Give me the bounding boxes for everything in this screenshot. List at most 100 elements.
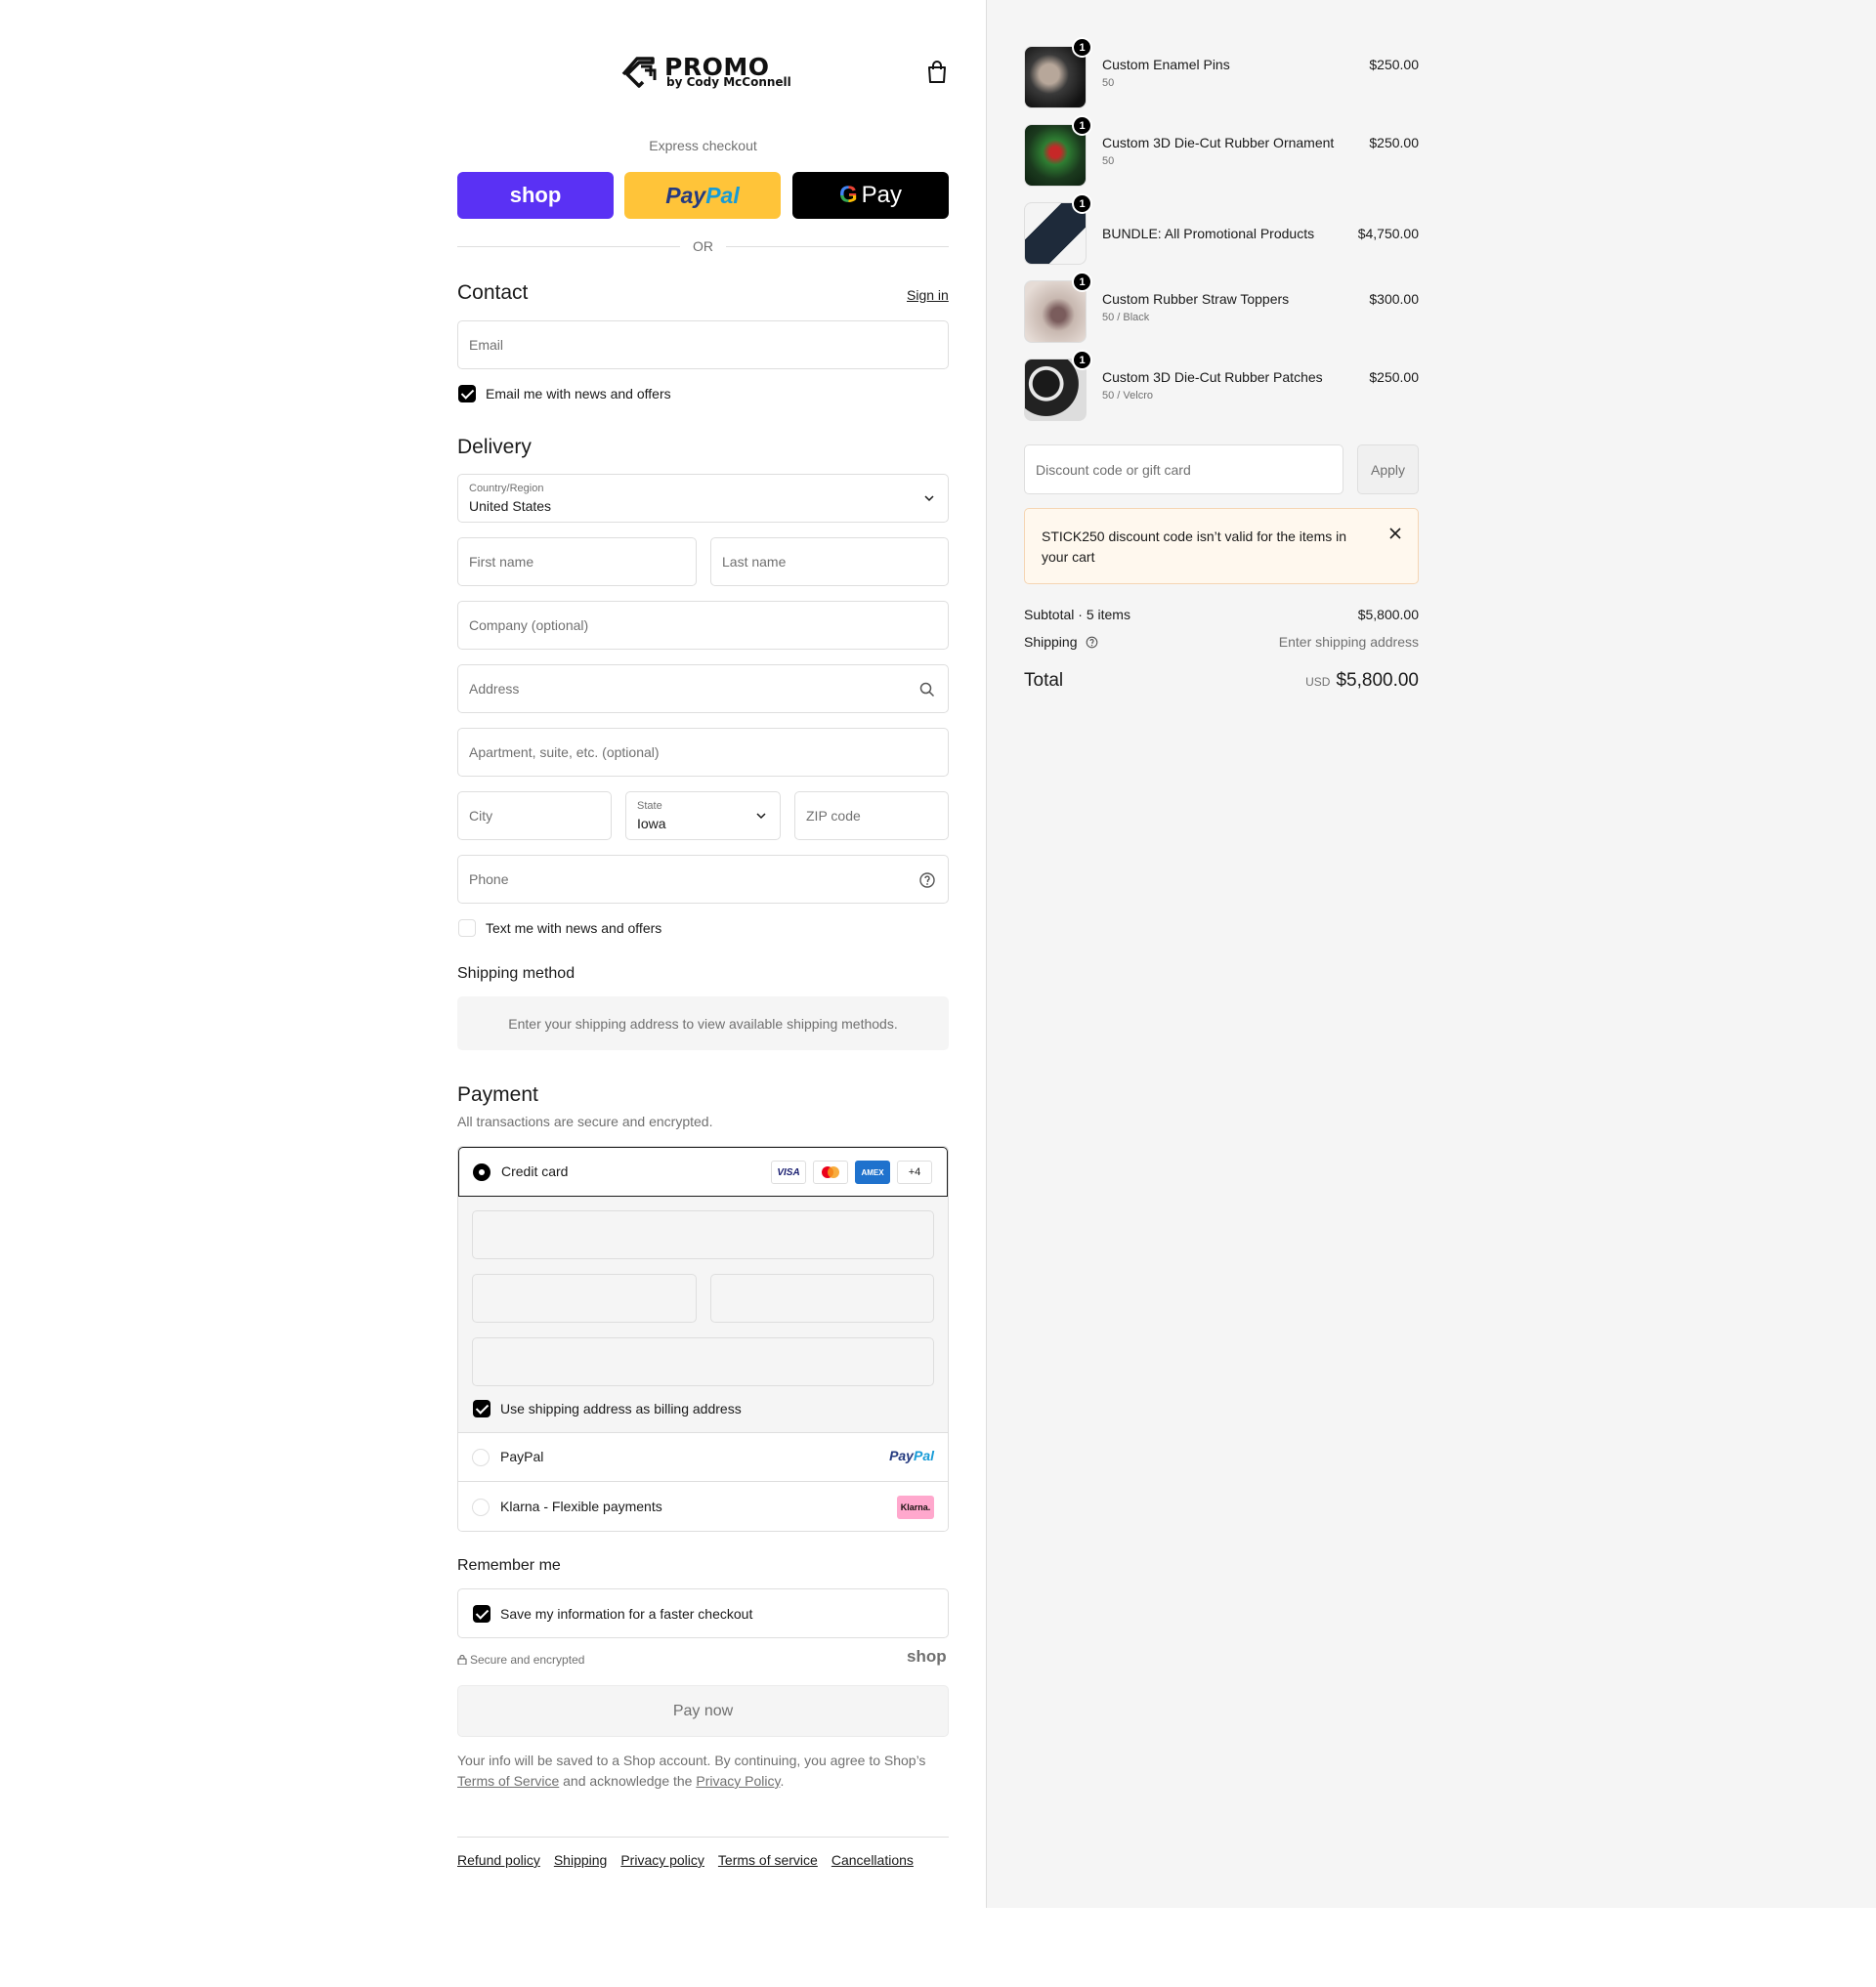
email-field[interactable]: Email <box>457 320 949 369</box>
paypal-express-button[interactable]: Pay Pal <box>624 172 781 219</box>
klarna-logo-icon: Klarna. <box>897 1496 934 1519</box>
paypal-logo-text-b: Pal <box>913 1448 934 1463</box>
close-icon[interactable] <box>1388 527 1402 540</box>
quantity-badge: 1 <box>1072 350 1092 370</box>
credit-card-form: Use shipping address as billing address <box>458 1197 948 1433</box>
state-select[interactable]: State Iowa <box>625 791 781 840</box>
paypal-logo-icon: PayPal <box>889 1448 934 1463</box>
product-variant: 50 <box>1102 155 1115 167</box>
product-price: $250.00 <box>1369 369 1419 385</box>
shopping-bag-icon[interactable] <box>926 61 948 84</box>
logo-subtitle: by Cody McConnell <box>666 75 791 89</box>
google-g-icon: G <box>838 182 858 208</box>
product-price: $4,750.00 <box>1357 226 1419 241</box>
shop-pay-button[interactable]: shop <box>457 172 614 219</box>
card-cvv-field[interactable] <box>710 1274 934 1323</box>
email-news-label: Email me with news and offers <box>486 386 671 402</box>
card-name-field[interactable] <box>472 1337 934 1386</box>
sign-in-link[interactable]: Sign in <box>907 287 949 303</box>
pay-now-button[interactable]: Pay now <box>457 1685 949 1737</box>
amex-icon: AMEX <box>855 1161 890 1184</box>
more-cards-text: +4 <box>908 1166 921 1178</box>
credit-card-radio[interactable] <box>473 1163 490 1181</box>
store-logo[interactable]: PROMO by Cody McConnell <box>618 49 793 92</box>
zip-field[interactable]: ZIP code <box>794 791 949 840</box>
first-name-field[interactable]: First name <box>457 537 697 586</box>
phone-placeholder: Phone <box>469 871 509 887</box>
company-field[interactable]: Company (optional) <box>457 601 949 650</box>
shop-terms-link[interactable]: Terms of Service <box>457 1773 559 1789</box>
chevron-down-icon <box>756 813 766 820</box>
save-info-checkbox[interactable] <box>473 1605 490 1623</box>
discount-error-text: STICK250 discount code isn’t valid for t… <box>1042 528 1347 565</box>
apartment-field[interactable]: Apartment, suite, etc. (optional) <box>457 728 949 777</box>
footer-divider <box>457 1837 949 1838</box>
cancellations-link[interactable]: Cancellations <box>831 1852 914 1868</box>
shop-privacy-link[interactable]: Privacy Policy <box>696 1773 780 1789</box>
email-placeholder: Email <box>469 337 504 353</box>
logo-tag-icon <box>621 57 657 88</box>
klarna-radio[interactable] <box>472 1499 490 1516</box>
card-expiry-field[interactable] <box>472 1274 697 1323</box>
payment-heading: Payment <box>457 1083 538 1106</box>
help-circle-icon[interactable] <box>918 871 936 889</box>
subtotal-value: $5,800.00 <box>1357 607 1419 622</box>
text-news-label: Text me with news and offers <box>486 920 662 936</box>
country-select[interactable]: Country/Region United States <box>457 474 949 523</box>
last-name-field[interactable]: Last name <box>710 537 949 586</box>
shipping-summary-value: Enter shipping address <box>1278 634 1419 650</box>
klarna-option[interactable]: Klarna - Flexible payments Klarna. <box>458 1483 948 1531</box>
legal-text-3: . <box>780 1773 785 1789</box>
chevron-down-icon <box>924 495 934 502</box>
terms-of-service-link[interactable]: Terms of service <box>718 1852 818 1868</box>
help-circle-icon[interactable] <box>1086 636 1098 649</box>
or-label: OR <box>693 238 713 254</box>
secure-note-text: Secure and encrypted <box>470 1653 585 1667</box>
discount-code-input[interactable]: Discount code or gift card <box>1024 444 1343 494</box>
paypal-radio[interactable] <box>472 1449 490 1466</box>
contact-heading: Contact <box>457 281 529 304</box>
refund-policy-link[interactable]: Refund policy <box>457 1852 540 1868</box>
state-value: Iowa <box>637 816 666 831</box>
product-name: Custom 3D Die-Cut Rubber Ornament <box>1102 135 1335 150</box>
paypal-logo-part2: Pal <box>705 182 740 208</box>
google-pay-label: Pay <box>861 182 903 208</box>
card-number-field[interactable] <box>472 1210 934 1259</box>
country-value: United States <box>469 498 552 514</box>
billing-same-checkbox[interactable] <box>473 1400 490 1417</box>
mastercard-icon <box>813 1161 848 1184</box>
shipping-link[interactable]: Shipping <box>554 1852 608 1868</box>
total-value: $5,800.00 <box>1336 670 1419 691</box>
product-price: $250.00 <box>1369 57 1419 72</box>
total-label: Total <box>1024 670 1064 691</box>
billing-same-label: Use shipping address as billing address <box>500 1401 742 1416</box>
quantity-badge: 1 <box>1072 272 1092 292</box>
address-field[interactable]: Address <box>457 664 949 713</box>
shop-logo: shop <box>907 1647 947 1666</box>
subtotal-label: Subtotal · 5 items <box>1024 607 1130 622</box>
cart-item: 1 Custom 3D Die-Cut Rubber Ornament 50 $… <box>1024 115 1419 187</box>
state-label: State <box>637 800 662 812</box>
payment-subtitle: All transactions are secure and encrypte… <box>457 1114 713 1129</box>
footer-links: Refund policy Shipping Privacy policy Terms… <box>457 1852 927 1868</box>
email-news-checkbox[interactable] <box>458 385 476 402</box>
delivery-heading: Delivery <box>457 436 532 458</box>
privacy-policy-link[interactable]: Privacy policy <box>620 1852 704 1868</box>
shipping-summary-label: Shipping <box>1024 634 1078 650</box>
credit-card-option[interactable]: Credit card VISA AMEX +4 <box>458 1147 948 1197</box>
apply-discount-button[interactable]: Apply <box>1357 444 1419 494</box>
phone-field[interactable]: Phone <box>457 855 949 904</box>
more-cards-badge[interactable]: +4 <box>897 1161 932 1184</box>
shipping-method-heading: Shipping method <box>457 965 576 982</box>
paypal-option[interactable]: PayPal PayPal <box>458 1433 948 1482</box>
country-label: Country/Region <box>469 483 544 494</box>
legal-text-2: and acknowledge the <box>559 1773 697 1789</box>
text-news-checkbox[interactable] <box>458 919 476 937</box>
zip-placeholder: ZIP code <box>806 808 861 824</box>
google-pay-button[interactable]: G Pay <box>792 172 949 219</box>
total-row: Total USD $5,800.00 <box>1024 670 1419 699</box>
last-name-placeholder: Last name <box>722 554 787 570</box>
remember-me-box[interactable]: Save my information for a faster checkou… <box>457 1588 949 1638</box>
city-field[interactable]: City <box>457 791 612 840</box>
legal-notice: Your info will be saved to a Shop accoun… <box>457 1751 949 1792</box>
